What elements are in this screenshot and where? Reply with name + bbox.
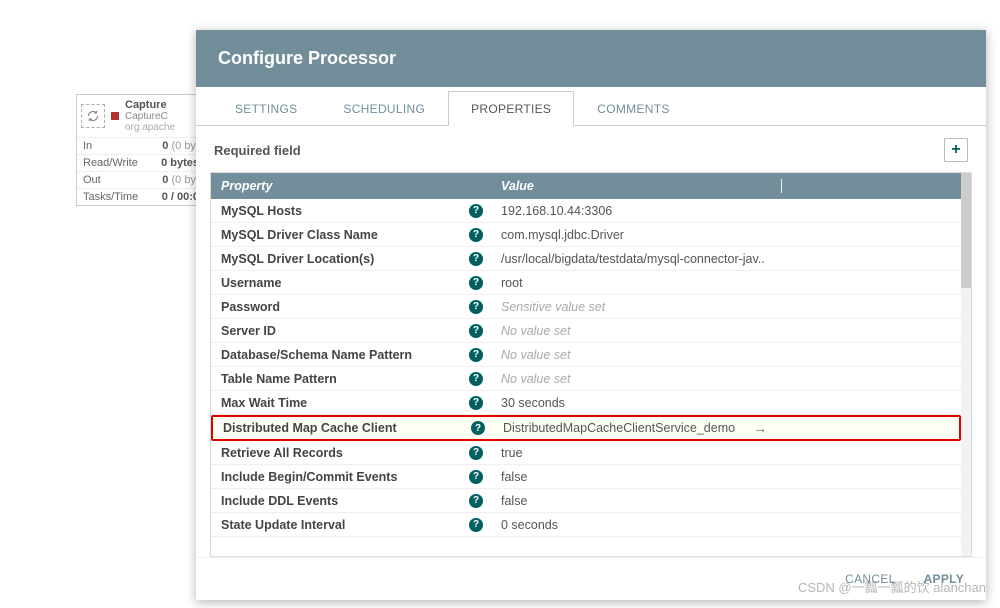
property-value[interactable]: Sensitive value set	[491, 300, 781, 314]
table-header: Property Value	[211, 173, 961, 199]
dialog-title: Configure Processor	[196, 30, 986, 87]
property-value[interactable]: com.mysql.jdbc.Driver	[491, 228, 781, 242]
help-icon[interactable]: ?	[469, 228, 483, 242]
property-name: Server ID	[221, 324, 276, 338]
configure-processor-dialog: Configure Processor SETTINGSSCHEDULINGPR…	[196, 30, 986, 600]
property-value[interactable]: root	[491, 276, 781, 290]
property-value[interactable]: true	[491, 446, 781, 460]
processor-header: Capture CaptureC org.apache	[77, 95, 205, 137]
processor-stats: In0 (0 bytRead/Write0 bytesOut0 (0 bytTa…	[77, 137, 205, 205]
help-icon[interactable]: ?	[469, 324, 483, 338]
property-name: MySQL Hosts	[221, 204, 302, 218]
help-icon[interactable]: ?	[469, 300, 483, 314]
help-icon[interactable]: ?	[469, 446, 483, 460]
table-row[interactable]: MySQL Hosts? 192.168.10.44:3306	[211, 199, 961, 223]
tab-scheduling[interactable]: SCHEDULING	[320, 91, 448, 126]
scrollbar[interactable]	[961, 173, 971, 556]
table-row[interactable]: Include DDL Events? false	[211, 489, 961, 513]
property-name: Password	[221, 300, 280, 314]
refresh-icon	[81, 104, 105, 128]
table-row[interactable]: Include Begin/Commit Events? false	[211, 465, 961, 489]
help-icon[interactable]: ?	[469, 252, 483, 266]
table-row[interactable]: MySQL Driver Location(s)? /usr/local/bigd…	[211, 247, 961, 271]
processor-name: Capture	[125, 99, 175, 111]
help-icon[interactable]: ?	[469, 396, 483, 410]
property-value[interactable]: 192.168.10.44:3306	[491, 204, 781, 218]
property-value[interactable]: false	[491, 470, 781, 484]
property-name: Include DDL Events	[221, 494, 338, 508]
property-name: Retrieve All Records	[221, 446, 343, 460]
property-name: MySQL Driver Class Name	[221, 228, 378, 242]
column-header-value: Value	[491, 179, 781, 193]
help-icon[interactable]: ?	[469, 276, 483, 290]
stat-row: Out0 (0 byt	[77, 171, 205, 188]
property-name: Database/Schema Name Pattern	[221, 348, 412, 362]
property-name: MySQL Driver Location(s)	[221, 252, 374, 266]
properties-table: Property Value MySQL Hosts? 192.168.10.44…	[210, 172, 972, 557]
help-icon[interactable]: ?	[469, 518, 483, 532]
property-name: Include Begin/Commit Events	[221, 470, 397, 484]
property-value[interactable]: No value set	[491, 372, 781, 386]
add-property-button[interactable]: +	[944, 138, 968, 162]
stat-row: In0 (0 byt	[77, 137, 205, 154]
tab-bar: SETTINGSSCHEDULINGPROPERTIESCOMMENTS	[196, 91, 986, 126]
table-row[interactable]: State Update Interval? 0 seconds	[211, 513, 961, 537]
table-row[interactable]: Username? root	[211, 271, 961, 295]
processor-card[interactable]: Capture CaptureC org.apache In0 (0 bytRe…	[76, 94, 206, 206]
table-row[interactable]: MySQL Driver Class Name? com.mysql.jdbc.D…	[211, 223, 961, 247]
goto-service-icon[interactable]: →	[749, 420, 771, 436]
processor-app: org.apache	[125, 122, 175, 133]
help-icon[interactable]: ?	[469, 204, 483, 218]
property-value[interactable]: No value set	[491, 324, 781, 338]
table-row[interactable]: Database/Schema Name Pattern? No value se…	[211, 343, 961, 367]
property-name: Username	[221, 276, 281, 290]
help-icon[interactable]: ?	[469, 372, 483, 386]
processor-type: CaptureC	[125, 111, 175, 122]
help-icon[interactable]: ?	[469, 470, 483, 484]
table-body: MySQL Hosts? 192.168.10.44:3306 MySQL Driv…	[211, 199, 961, 537]
table-row[interactable]: Password? Sensitive value set	[211, 295, 961, 319]
help-icon[interactable]: ?	[469, 494, 483, 508]
tab-settings[interactable]: SETTINGS	[212, 91, 320, 126]
property-name: Max Wait Time	[221, 396, 307, 410]
property-name: Distributed Map Cache Client	[223, 421, 397, 435]
property-value[interactable]: DistributedMapCacheClientService_demo→	[493, 420, 779, 436]
table-row[interactable]: Retrieve All Records? true	[211, 441, 961, 465]
table-row[interactable]: Table Name Pattern? No value set	[211, 367, 961, 391]
property-name: Table Name Pattern	[221, 372, 337, 386]
property-value[interactable]: /usr/local/bigdata/testdata/mysql-connec…	[491, 252, 781, 266]
column-header-property: Property	[211, 179, 491, 193]
property-value[interactable]: 0 seconds	[491, 518, 781, 532]
cancel-button[interactable]: CANCEL	[845, 572, 895, 586]
property-value[interactable]: false	[491, 494, 781, 508]
stat-row: Read/Write0 bytes	[77, 154, 205, 171]
table-row[interactable]: Distributed Map Cache Client? Distributed…	[211, 415, 961, 441]
property-value[interactable]: No value set	[491, 348, 781, 362]
stat-row: Tasks/Time0 / 00:0	[77, 188, 205, 205]
table-row[interactable]: Server ID? No value set	[211, 319, 961, 343]
apply-button[interactable]: APPLY	[924, 572, 964, 586]
tab-comments[interactable]: COMMENTS	[574, 91, 692, 126]
help-icon[interactable]: ?	[469, 348, 483, 362]
property-name: State Update Interval	[221, 518, 345, 532]
property-value[interactable]: 30 seconds	[491, 396, 781, 410]
table-row[interactable]: Max Wait Time? 30 seconds	[211, 391, 961, 415]
tab-properties[interactable]: PROPERTIES	[448, 91, 574, 126]
stopped-icon	[111, 112, 119, 120]
help-icon[interactable]: ?	[471, 421, 485, 435]
required-field-label: Required field	[214, 143, 301, 158]
